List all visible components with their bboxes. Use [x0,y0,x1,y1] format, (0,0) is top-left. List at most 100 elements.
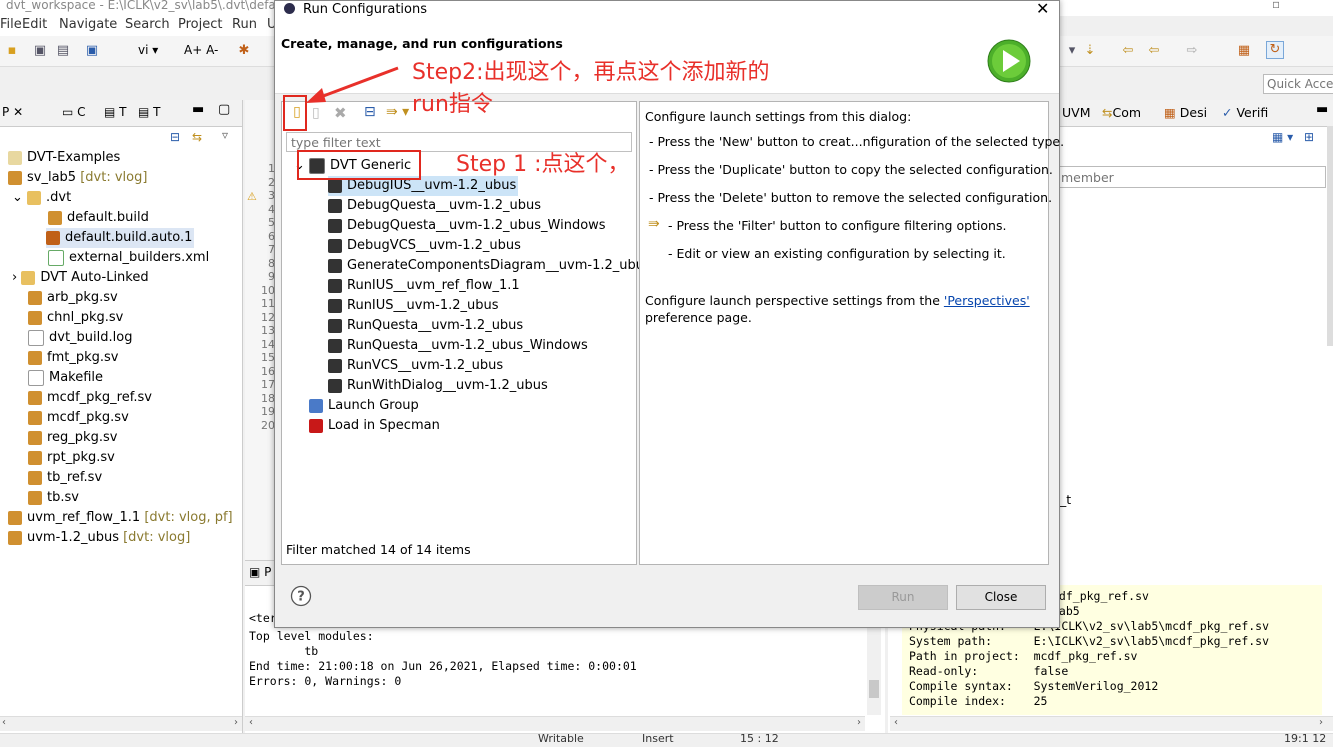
maximize-icon[interactable]: ▫ [1272,0,1280,11]
menu-file[interactable]: File [0,17,22,32]
new-icon[interactable]: ▪ [4,43,20,59]
tree-item[interactable]: rpt_pkg.sv [28,448,115,468]
dvt-perspective-icon[interactable]: ↻ [1266,41,1284,59]
tab-verifi[interactable]: ✓ Verifi [1222,105,1268,120]
close-icon[interactable]: ✕ [1036,0,1049,18]
help-duplicate: - Press the 'Duplicate' button to copy t… [649,162,1053,177]
maximize-icon[interactable]: ▢ [218,102,230,117]
perspectives-link[interactable]: 'Perspectives' [944,293,1030,308]
config-item[interactable]: RunWithDialog__uvm-1.2_ubus [328,376,548,396]
tree-item[interactable]: fmt_pkg.sv [28,348,118,368]
tab-t1[interactable]: ▤ T [104,105,127,119]
build-icon[interactable]: ✱ [236,43,252,59]
tree-category-specman[interactable]: Load in Specman [309,416,440,436]
tree-item[interactable]: arb_pkg.sv [28,288,118,308]
minimize-icon[interactable]: ▬ [192,102,204,117]
tree-item[interactable]: Makefile [28,368,103,388]
forward-icon[interactable]: ⇨ [1184,43,1200,59]
menu-navigate[interactable]: Navigate [59,17,117,32]
annotation-arrow [306,66,399,103]
next-annotation-icon[interactable]: ⇣ [1082,43,1098,59]
view-menu-icon[interactable]: ▿ [222,128,228,142]
filter-icon: ⇛ [648,216,660,232]
config-item[interactable]: DebugVCS__uvm-1.2_ubus [328,236,521,256]
close-button[interactable]: Close [956,585,1046,610]
save-all-icon[interactable]: ▤ [55,43,71,59]
project-icon [8,530,22,545]
tab-problems[interactable]: ▣ P [249,565,271,579]
tree-category-launch-group[interactable]: Launch Group [309,396,419,416]
tree-item[interactable]: mcdf_pkg.sv [28,408,129,428]
font-size-icon[interactable]: A+ A- [184,43,218,57]
console-hscrollbar[interactable]: ‹ › [245,716,865,731]
properties-hscrollbar[interactable]: ‹ › [890,716,1333,731]
tab-c[interactable]: ▭ C [62,105,86,119]
outline-filter-input[interactable] [1056,166,1326,188]
menu-run[interactable]: Run [232,17,257,32]
menu-edit[interactable]: Edit [22,17,47,32]
config-item[interactable]: RunQuesta__uvm-1.2_ubus_Windows [328,336,588,356]
tree-item[interactable]: ⌄ .dvt [12,188,71,208]
quick-access-input[interactable] [1263,74,1333,94]
outline-toolbar-icon[interactable]: ▦ ▾ [1272,130,1293,144]
save-icon[interactable]: ▣ [32,43,48,59]
tree-item[interactable]: external_builders.xml [48,248,209,268]
tree-item[interactable]: tb_ref.sv [28,468,102,488]
config-icon [328,278,342,293]
last-edit-icon[interactable]: ⇦ [1120,43,1136,59]
menu-project[interactable]: Project [178,17,222,32]
tree-item[interactable]: sv_lab5 [dvt: vlog] [8,168,147,188]
config-item[interactable]: RunQuesta__uvm-1.2_ubus [328,316,523,336]
tree-item-selected[interactable]: default.build.auto.1 [46,228,195,248]
collapse-all-icon[interactable]: ⊟ [170,130,180,144]
tree-item[interactable]: tb.sv [28,488,79,508]
examples-icon [8,150,22,165]
back-icon[interactable]: ⇦ [1146,43,1162,59]
tree-item[interactable]: mcdf_pkg_ref.sv [28,388,152,408]
tab-project-explorer[interactable]: P ✕ [2,105,23,119]
expand-icon[interactable]: ⊞ [1304,130,1314,144]
tree-item[interactable]: › DVT Auto-Linked [12,268,149,288]
tree-item[interactable]: reg_pkg.sv [28,428,117,448]
tab-desi[interactable]: ▦ Desi [1164,105,1207,120]
minimize-icon[interactable]: ▬ [1316,102,1328,117]
tree-item[interactable]: uvm_ref_flow_1.1 [dvt: vlog, pf] [8,508,233,528]
horizontal-scrollbar[interactable]: ‹ › [0,716,242,731]
sv-file-icon [28,450,42,465]
run-button[interactable]: Run [858,585,948,610]
sv-file-icon [28,350,42,365]
config-item[interactable]: RunIUS__uvm_ref_flow_1.1 [328,276,520,296]
config-icon [328,258,342,273]
config-icon [328,318,342,333]
outline-scrollbar[interactable] [1327,126,1333,346]
tree-item[interactable]: chnl_pkg.sv [28,308,123,328]
config-item[interactable]: DebugQuesta__uvm-1.2_ubus_Windows [328,216,606,236]
tree-item[interactable]: uvm-1.2_ubus [dvt: vlog] [8,528,190,548]
launch-group-icon [309,398,323,413]
help-intro: Configure launch settings from this dial… [645,109,912,124]
help-filter: - Press the 'Filter' button to configure… [668,218,1007,233]
help-icon[interactable]: ? [290,585,312,607]
status-time: 19:1 12 [1284,732,1327,745]
tree-item[interactable]: dvt_build.log [28,328,132,348]
config-item[interactable]: RunIUS__uvm-1.2_ubus [328,296,499,316]
config-icon [328,218,342,233]
tree-item[interactable]: default.build [48,208,149,228]
config-item[interactable]: DebugQuesta__uvm-1.2_ubus [328,196,541,216]
tab-t2[interactable]: ▤ T [138,105,161,119]
dropdown-icon[interactable]: ▾ [1064,43,1080,59]
config-item[interactable]: GenerateComponentsDiagram__uvm-1.2_ubus [328,256,651,276]
tab-uvm[interactable]: UVM [1062,105,1091,120]
vi-label[interactable]: vi ▾ [138,43,158,57]
console-icon[interactable]: ▣ [84,43,100,59]
perspective-icon[interactable]: ▦ [1236,43,1252,59]
tree-item[interactable]: DVT-Examples [8,148,120,168]
file-icon [48,210,62,225]
sv-file-icon [28,390,42,405]
config-item[interactable]: RunVCS__uvm-1.2_ubus [328,356,503,376]
menu-search[interactable]: Search [125,17,170,32]
tab-com[interactable]: ⇆Com [1102,105,1141,120]
link-editor-icon[interactable]: ⇆ [192,130,202,144]
status-position: 15 : 12 [740,732,779,745]
annotation-step2-line1: Step2:出现这个，再点这个添加新的 [412,60,770,85]
